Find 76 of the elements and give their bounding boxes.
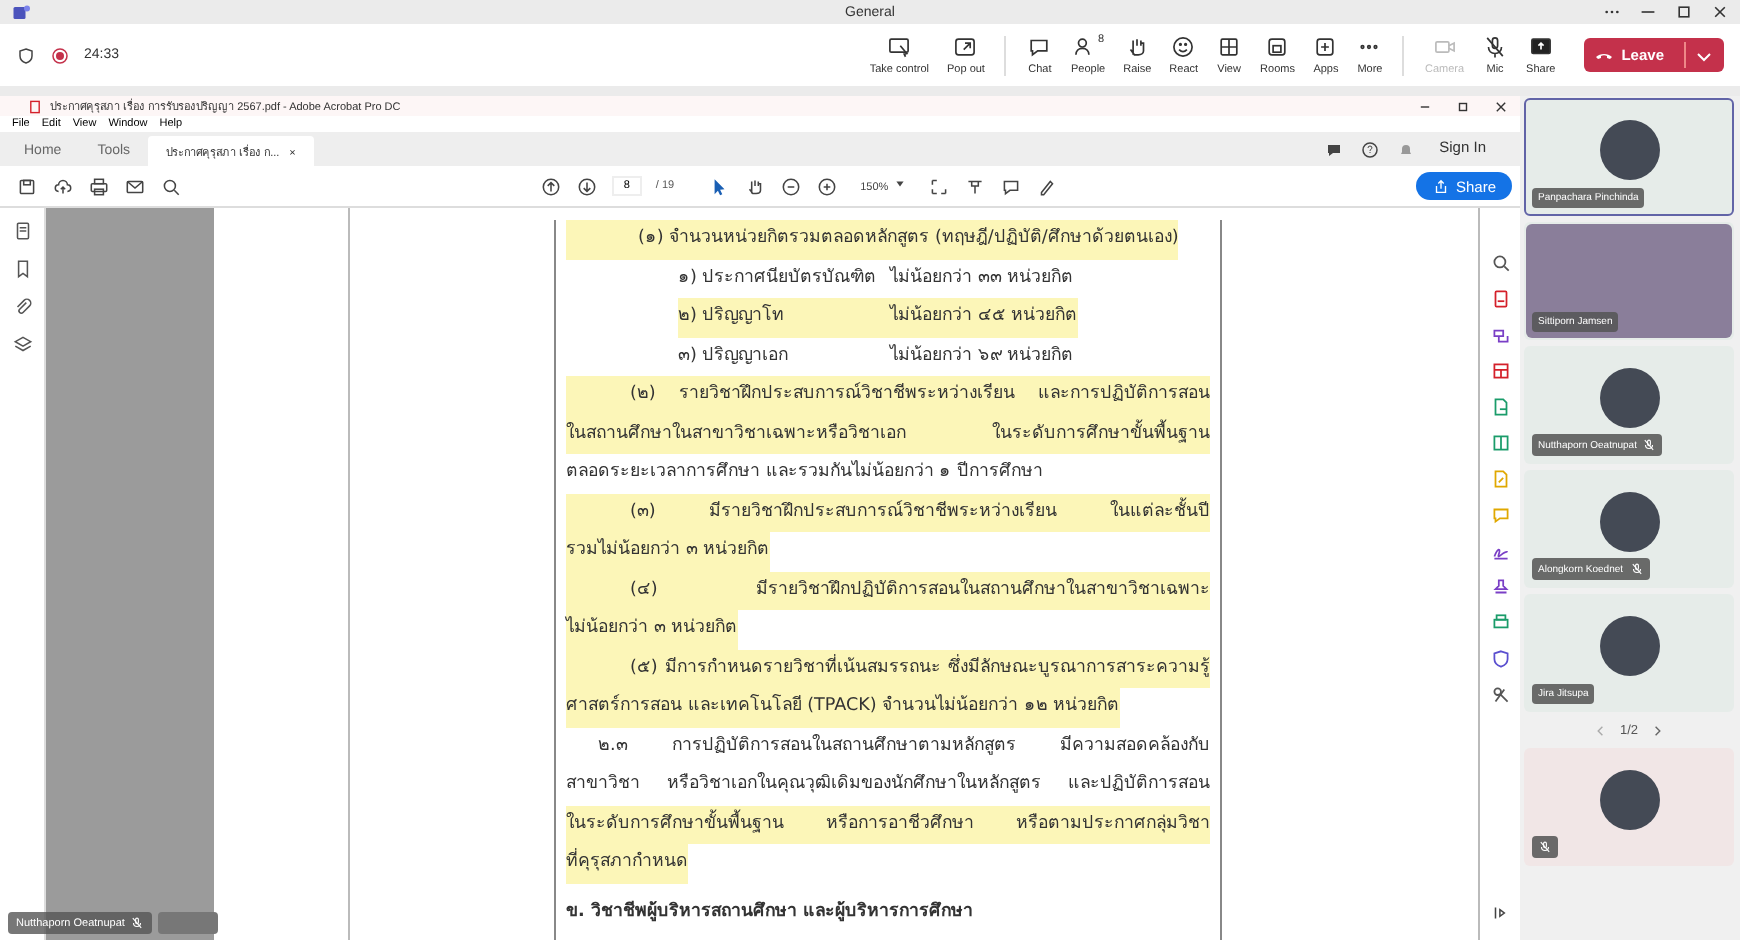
- pdf-file-icon: [28, 99, 42, 113]
- participant-tile[interactable]: [1524, 748, 1734, 866]
- fit-page-icon[interactable]: [928, 175, 951, 197]
- mail-icon[interactable]: [124, 175, 146, 197]
- document-text: ในระดับการศึกษาขั้นพื้นฐาน หรือการอาชีวศึกษา หรือตามประกาศกลุ่มวิชา: [566, 805, 1210, 844]
- upload-cloud-icon[interactable]: [52, 175, 74, 197]
- expand-panel-icon[interactable]: [1489, 902, 1511, 924]
- credit-text: ไม่น้อยกว่า ๓๓ หน่วยกิต: [890, 264, 1074, 291]
- arrow-down-circle-icon[interactable]: [575, 175, 598, 197]
- caret-icon: [894, 178, 907, 190]
- stamp-icon[interactable]: [1489, 576, 1511, 598]
- document-text: (๓) มีรายวิชาฝึกประสบการณ์วิชาชีพระหว่างเรียน ในแต่ละชั้นปี: [566, 493, 1210, 532]
- list-item-text: ๒) ปริญญาโท: [678, 298, 890, 337]
- teams-logo-icon: [12, 3, 30, 21]
- shield-icon[interactable]: [1489, 648, 1511, 670]
- help-icon[interactable]: [1359, 140, 1380, 160]
- document-text: ไม่น้อยกว่า ๓ หน่วยกิต: [566, 610, 738, 649]
- restore-icon[interactable]: [1456, 99, 1470, 113]
- tools-icon[interactable]: [1489, 684, 1511, 706]
- shield-icon: [16, 45, 36, 65]
- list-item-text: ๓) ปริญญาเอก: [678, 343, 791, 369]
- avatar: [1599, 615, 1659, 675]
- document-text: ตลอดระยะเวลาการศึกษา และรวมกันไม่น้อยกว่า ๑ ปีการศึกษา: [566, 458, 1043, 486]
- close-icon[interactable]: [1494, 99, 1508, 113]
- document-text: (๔) มีรายวิชาฝึกปฏิบัติการสอนในสถานศึกษาในสาขาวิชาเฉพาะ: [566, 571, 1210, 610]
- credit-text: ไม่น้อยกว่า ๖๙ หน่วยกิต: [890, 342, 1074, 369]
- comment-icon[interactable]: [1000, 175, 1023, 197]
- chat-icon[interactable]: [1323, 140, 1344, 160]
- file-export-icon[interactable]: [1489, 396, 1511, 418]
- arrow-up-circle-icon[interactable]: [539, 175, 562, 197]
- paperclip-icon[interactable]: [11, 296, 33, 318]
- edit-pages-icon[interactable]: [1489, 432, 1511, 454]
- document-text: ศาสตร์การสอน และเทคโนโลยี (TPACK) จำนวนไม่น้อยกว่า ๑๒ หน่วยกิต: [566, 688, 1120, 727]
- grid-icon: [1216, 34, 1243, 60]
- zoom-out-icon[interactable]: [780, 175, 803, 197]
- avatar: [1599, 769, 1659, 829]
- document-text: ที่คุรุสภากำหนด: [566, 844, 688, 883]
- maximize-icon[interactable]: [1676, 4, 1692, 20]
- rooms-icon: [1264, 34, 1291, 60]
- mic-off-icon: [1482, 34, 1509, 60]
- share-icon: [1431, 177, 1450, 195]
- layers-icon[interactable]: [11, 334, 33, 356]
- document-text: (๑) จำนวนหน่วยกิตรวมตลอดหลักสูตร (ทฤษฎี/ปฏิบัติ/ศึกษาด้วยตนเอง): [566, 220, 1179, 259]
- document-text: สาขาวิชา หรือวิชาเอกในคุณวุฒิเดิมของนักศึกษาในหลักสูตร และปฏิบัติการสอน: [566, 770, 1210, 798]
- avatar: [1599, 119, 1659, 179]
- document-text: (๕) มีการกำหนดรายวิชาที่เน้นสมรรถนะ ซึ่งมีลักษณะบูรณาการสาระความรู้: [566, 649, 1210, 688]
- pen-icon[interactable]: [1036, 175, 1059, 197]
- pdf-file-icon[interactable]: [1489, 288, 1511, 310]
- share-screen-icon: [1527, 34, 1554, 60]
- smiley-icon: [1170, 34, 1197, 60]
- zoom-icon[interactable]: [1489, 252, 1511, 274]
- document-text: ในสถานศึกษาในสาขาวิชาเฉพาะหรือวิชาเอก ในระดับการศึกษาขั้นพื้นฐาน: [566, 415, 1210, 454]
- document-text: (๒) รายวิชาฝึกประสบการณ์วิชาชีพระหว่างเรียน และการปฏิบัติการสอน: [566, 376, 1210, 415]
- avatar: [1599, 491, 1659, 551]
- recording-icon: [50, 45, 70, 65]
- list-item-text: ๑) ประกาศนียบัตรบัณฑิต: [678, 265, 879, 291]
- section-heading: ข. วิชาชีพผู้บริหารสถานศึกษา และผู้บริหารการศึกษา: [566, 898, 973, 926]
- credit-text: ไม่น้อยกว่า ๔๕ หน่วยกิต: [890, 298, 1078, 337]
- zoom-in-icon[interactable]: [816, 175, 839, 197]
- document-text: รวมไม่น้อยกว่า ๓ หน่วยกิต: [566, 532, 770, 571]
- avatar: [1599, 367, 1659, 427]
- printer-icon[interactable]: [1489, 612, 1511, 634]
- chevron-right-icon[interactable]: [1650, 723, 1665, 737]
- popout-icon: [952, 34, 979, 60]
- screen-pointer-icon: [886, 34, 913, 60]
- layout-icon[interactable]: [1489, 360, 1511, 382]
- plus-square-icon: [1312, 34, 1339, 60]
- document-text: ๒.๓ การปฏิบัติการสอนในสถานศึกษาตามหลักสูตร มีความสอดคล้องกับ: [596, 732, 1210, 759]
- chat-icon: [1026, 34, 1053, 60]
- search-icon[interactable]: [160, 175, 182, 197]
- close-icon[interactable]: [1712, 4, 1728, 20]
- pages-icon[interactable]: [11, 220, 33, 242]
- hand-icon[interactable]: [744, 175, 767, 197]
- save-icon[interactable]: [16, 175, 38, 197]
- blurred-name-tag: [158, 912, 219, 934]
- print-icon[interactable]: [88, 175, 110, 197]
